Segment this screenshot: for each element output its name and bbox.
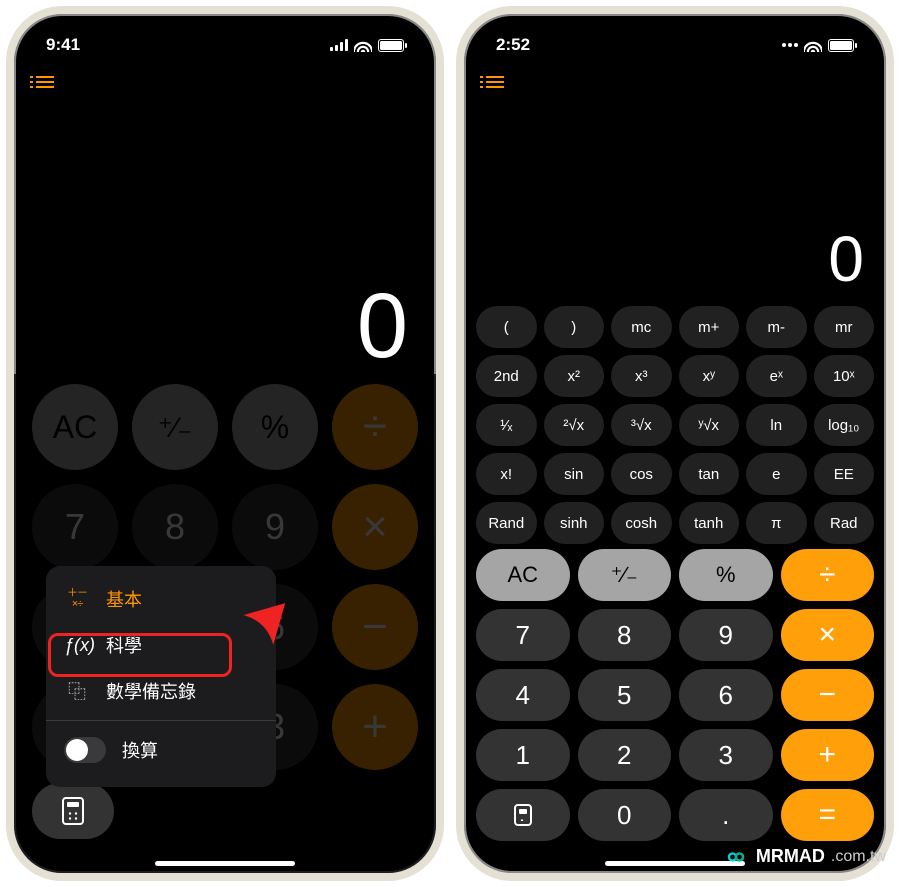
sci-ee-button[interactable]: EE	[814, 453, 875, 495]
sci-mr-button[interactable]: mr	[814, 306, 875, 348]
history-icon[interactable]	[486, 76, 504, 88]
sci--button[interactable]: (	[476, 306, 537, 348]
history-icon[interactable]	[36, 76, 54, 88]
multiply-button[interactable]: ×	[781, 609, 875, 661]
sci-e-button[interactable]: eˣ	[746, 355, 807, 397]
sci-tanh-button[interactable]: tanh	[679, 502, 740, 544]
scientific-keypad: ()mcm+m-mr 2ndx²x³xʸeˣ10ˣ ¹⁄ₓ²√x³√xʸ√xlnlo…	[476, 306, 874, 544]
subtract-button[interactable]: −	[781, 669, 875, 721]
status-right	[330, 38, 404, 52]
annotation-highlight	[48, 633, 232, 677]
sci-log-button[interactable]: log₁₀	[814, 404, 875, 446]
sign-button[interactable]: ⁺∕₋	[578, 549, 672, 601]
dynamic-island	[160, 24, 290, 60]
sci--button[interactable]: π	[746, 502, 807, 544]
home-indicator[interactable]	[155, 861, 295, 866]
sci-x-button[interactable]: x²	[544, 355, 605, 397]
convert-toggle[interactable]	[64, 737, 106, 763]
digit-9-button[interactable]: 9	[679, 609, 773, 661]
infinity-logo-icon	[722, 849, 750, 865]
sci-rad-button[interactable]: Rad	[814, 502, 875, 544]
sci-sinh-button[interactable]: sinh	[544, 502, 605, 544]
ac-button[interactable]: AC	[476, 549, 570, 601]
status-time: 2:52	[496, 35, 530, 55]
sci-x-button[interactable]: xʸ	[679, 355, 740, 397]
mathnotes-icon: ⿻	[64, 678, 90, 704]
divide-button[interactable]: ÷	[781, 549, 875, 601]
cellular-icon	[330, 39, 348, 51]
sci-rand-button[interactable]: Rand	[476, 502, 537, 544]
sci-m-button[interactable]: m+	[679, 306, 740, 348]
add-button[interactable]: +	[781, 729, 875, 781]
digit-3-button[interactable]: 3	[679, 729, 773, 781]
sci-x-button[interactable]: ʸ√x	[679, 404, 740, 446]
phone-scientific-calculator: 2:52 0 ()mcm+m-mr 2ndx²x³xʸeˣ10ˣ ¹⁄ₓ²√x³√x…	[456, 6, 894, 881]
sci-tan-button[interactable]: tan	[679, 453, 740, 495]
calculator-mode-icon	[514, 804, 532, 826]
menu-divider	[46, 720, 276, 721]
digit-5-button[interactable]: 5	[578, 669, 672, 721]
menu-label-basic: 基本	[106, 586, 142, 612]
basic-mode-icon: ＋－×÷	[64, 588, 90, 610]
calculator-mode-icon	[62, 797, 84, 825]
battery-icon	[378, 39, 404, 52]
mode-switch-button[interactable]	[476, 789, 570, 841]
watermark: MRMAD .com.tw	[722, 846, 886, 867]
calculator-display: 0	[357, 274, 408, 379]
sci-10-button[interactable]: 10ˣ	[814, 355, 875, 397]
dynamic-island	[610, 24, 740, 60]
sci-x-button[interactable]: ³√x	[611, 404, 672, 446]
digit-7-button[interactable]: 7	[476, 609, 570, 661]
wifi-icon	[804, 38, 822, 52]
sci-mc-button[interactable]: mc	[611, 306, 672, 348]
battery-icon	[828, 39, 854, 52]
watermark-domain: .com.tw	[831, 848, 886, 866]
sci-x-button[interactable]: x!	[476, 453, 537, 495]
calculator-display: 0	[828, 222, 864, 296]
equals-button[interactable]: =	[781, 789, 875, 841]
wifi-icon	[354, 38, 372, 52]
sci-sin-button[interactable]: sin	[544, 453, 605, 495]
phone-basic-calculator: 9:41 0 AC ⁺∕₋ % ÷ 7 8 9 × 4 5 6 − 1 2 3 …	[6, 6, 444, 881]
digit-8-button[interactable]: 8	[578, 609, 672, 661]
menu-label-convert: 換算	[122, 737, 158, 763]
sci-cosh-button[interactable]: cosh	[611, 502, 672, 544]
more-icon	[782, 43, 798, 47]
decimal-button[interactable]: .	[679, 789, 773, 841]
digit-1-button[interactable]: 1	[476, 729, 570, 781]
sci-e-button[interactable]: e	[746, 453, 807, 495]
status-time: 9:41	[46, 35, 80, 55]
digit-6-button[interactable]: 6	[679, 669, 773, 721]
sci--button[interactable]: )	[544, 306, 605, 348]
sci--button[interactable]: ¹⁄ₓ	[476, 404, 537, 446]
percent-button[interactable]: %	[679, 549, 773, 601]
basic-keypad: AC ⁺∕₋ % ÷ 7 8 9 × 4 5 6 − 1 2 3 + 0 . =	[476, 549, 874, 841]
digit-2-button[interactable]: 2	[578, 729, 672, 781]
sci-ln-button[interactable]: ln	[746, 404, 807, 446]
sci-m-button[interactable]: m-	[746, 306, 807, 348]
menu-item-convert[interactable]: 換算	[46, 727, 276, 773]
mode-switch-button[interactable]	[32, 783, 114, 839]
digit-0-button[interactable]: 0	[578, 789, 672, 841]
digit-4-button[interactable]: 4	[476, 669, 570, 721]
sci-x-button[interactable]: x³	[611, 355, 672, 397]
sci-cos-button[interactable]: cos	[611, 453, 672, 495]
sci-2nd-button[interactable]: 2nd	[476, 355, 537, 397]
watermark-brand: MRMAD	[756, 846, 825, 867]
menu-label-mathnotes: 數學備忘錄	[106, 678, 196, 704]
status-right	[782, 38, 854, 52]
sci-x-button[interactable]: ²√x	[544, 404, 605, 446]
